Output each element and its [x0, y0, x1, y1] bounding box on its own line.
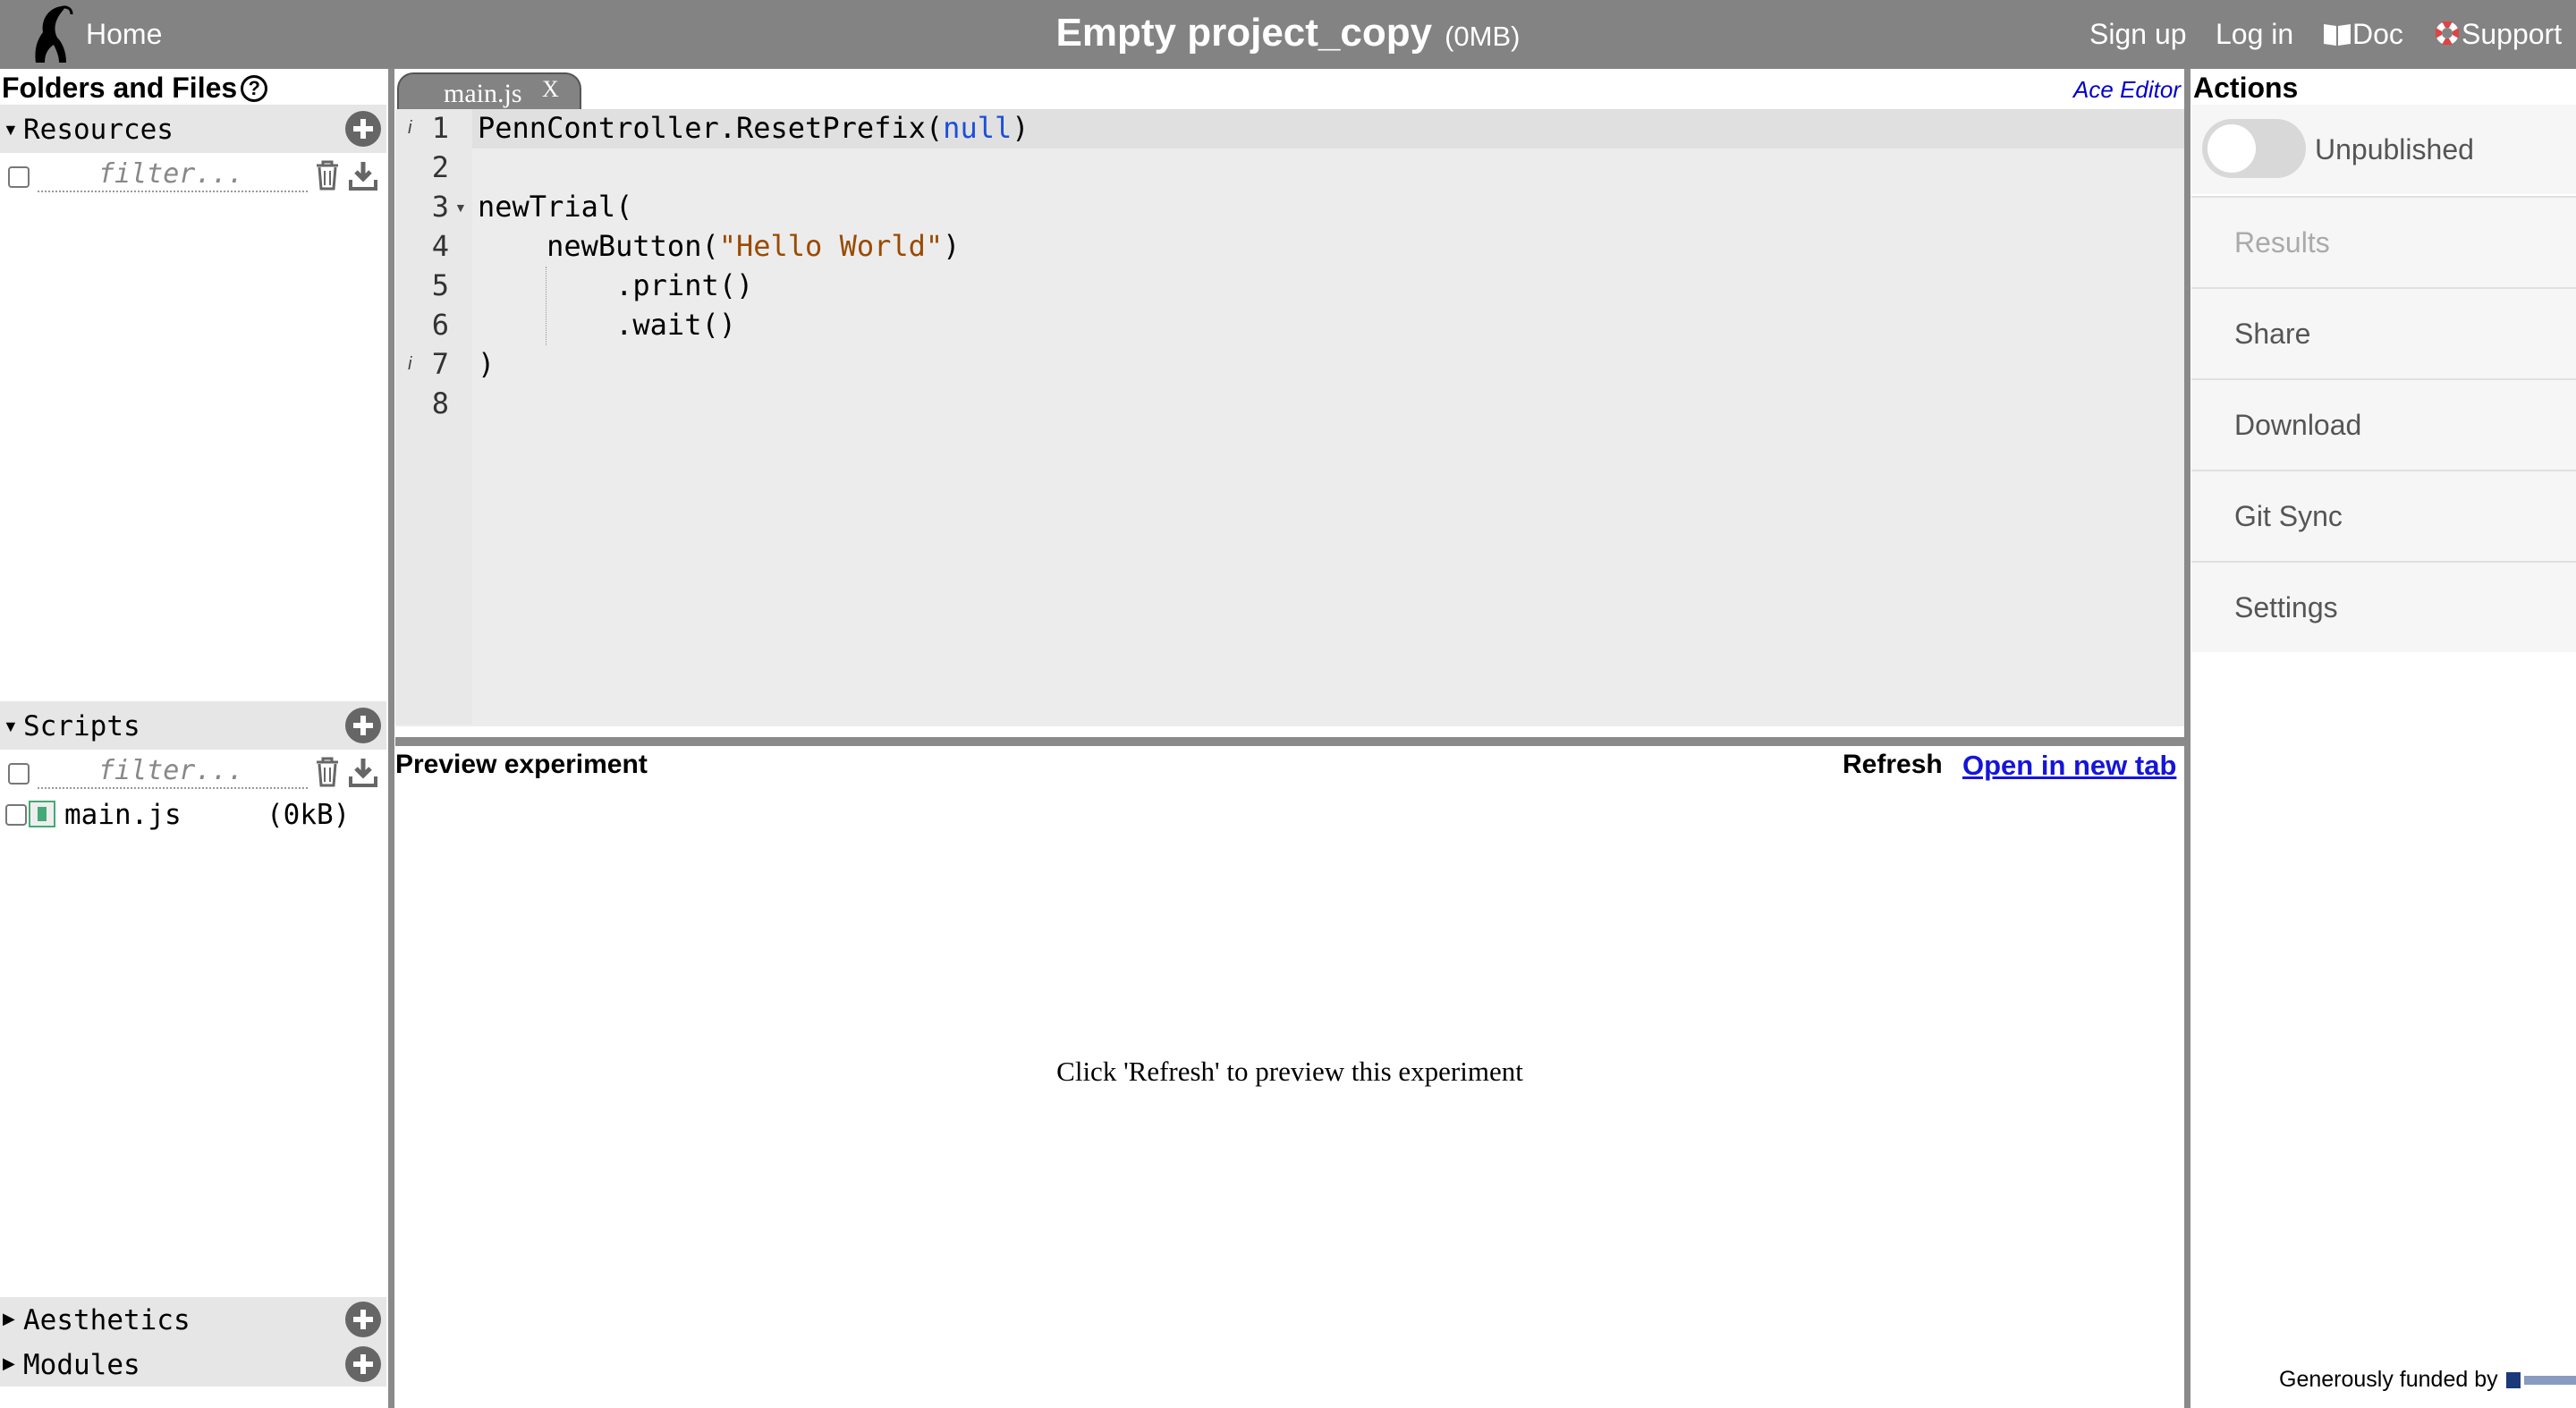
- add-resource-icon[interactable]: [345, 111, 381, 147]
- line-number: 4: [431, 229, 449, 263]
- scripts-select-all-checkbox[interactable]: [8, 763, 30, 785]
- preview-message: Click 'Refresh' to preview this experime…: [1056, 1056, 1523, 1087]
- doc-label: Doc: [2352, 18, 2403, 50]
- download-icon[interactable]: [349, 757, 377, 787]
- add-aesthetic-icon[interactable]: [345, 1302, 381, 1337]
- actions-title: Actions: [2193, 72, 2299, 104]
- funding-note: Generously funded by: [2279, 1367, 2576, 1393]
- open-in-new-tab-link[interactable]: Open in new tab: [1962, 750, 2176, 782]
- aesthetics-label: Aesthetics: [23, 1304, 191, 1336]
- preview-panel: Preview experiment Refresh Open in new t…: [395, 746, 2184, 1408]
- expand-arrow-icon: ▼: [3, 121, 19, 139]
- signup-link[interactable]: Sign up: [2089, 18, 2187, 51]
- preview-resize-handle[interactable]: [395, 737, 2184, 746]
- js-file-icon: [29, 801, 55, 827]
- line-number: 3: [431, 190, 449, 224]
- add-script-icon[interactable]: [345, 708, 381, 743]
- aesthetics-header[interactable]: ▶ Aesthetics: [0, 1297, 386, 1342]
- publish-row: Unpublished: [2191, 105, 2576, 194]
- line-number: 6: [431, 308, 449, 342]
- code-editor: main.js X Ace Editor i 1 2 3 ▼ 4 5 6 i 7…: [395, 69, 2184, 726]
- scripts-label: Scripts: [23, 710, 140, 742]
- ace-editor-label[interactable]: Ace Editor: [2073, 76, 2181, 104]
- results-action[interactable]: Results: [2191, 196, 2576, 287]
- line-number: 5: [431, 268, 449, 302]
- top-bar: Home Empty project_copy (0MB) Sign up Log…: [0, 0, 2576, 69]
- line-number: 8: [431, 386, 449, 420]
- line-number: 1: [431, 111, 449, 145]
- trash-icon[interactable]: [315, 160, 340, 191]
- code-line: PennController.ResetPrefix(null): [478, 111, 1030, 145]
- code-line: .wait(): [478, 308, 736, 342]
- resources-header[interactable]: ▼ Resources: [0, 105, 386, 153]
- preview-title: Preview experiment: [395, 750, 648, 779]
- refresh-button[interactable]: Refresh: [1843, 750, 1943, 780]
- code-line: newButton("Hello World"): [478, 229, 961, 263]
- code-line: .print(): [478, 268, 754, 302]
- file-checkbox[interactable]: [5, 804, 27, 826]
- actions-panel: Actions Unpublished Results Share Downlo…: [2191, 69, 2576, 1408]
- project-header: Empty project_copy (0MB): [0, 11, 2576, 55]
- folders-panel: Folders and Files? ▼ Resources ▼ Scripts…: [0, 69, 386, 1408]
- resources-label: Resources: [23, 114, 174, 146]
- file-size: (0kB): [267, 799, 351, 831]
- help-icon[interactable]: ?: [241, 75, 268, 102]
- funder-logo-icon[interactable]: [2504, 1370, 2576, 1390]
- resources-filter-input[interactable]: [38, 157, 308, 192]
- toggle-knob: [2207, 124, 2256, 173]
- support-label: Support: [2462, 18, 2563, 50]
- add-module-icon[interactable]: [345, 1346, 381, 1382]
- expand-arrow-icon: ▼: [3, 717, 19, 735]
- right-resize-handle[interactable]: [2184, 69, 2190, 1408]
- lifebuoy-icon: [2436, 21, 2459, 45]
- publish-status: Unpublished: [2315, 133, 2474, 165]
- code-text-area[interactable]: i 1 2 3 ▼ 4 5 6 i 7 8 PennController.Res…: [395, 109, 2184, 726]
- code-line: ): [478, 347, 496, 381]
- fold-arrow-icon[interactable]: ▼: [454, 200, 467, 215]
- line-number: 7: [431, 347, 449, 381]
- close-tab-icon[interactable]: X: [542, 76, 559, 103]
- scripts-filter-row: [0, 751, 386, 794]
- modules-label: Modules: [23, 1349, 140, 1381]
- collapsed-arrow-icon: ▶: [3, 1354, 15, 1372]
- publish-toggle[interactable]: [2202, 119, 2306, 178]
- trash-icon[interactable]: [315, 757, 340, 787]
- login-link[interactable]: Log in: [2216, 18, 2293, 51]
- resources-select-all-checkbox[interactable]: [8, 166, 30, 188]
- download-icon[interactable]: [349, 160, 377, 191]
- share-action[interactable]: Share: [2191, 287, 2576, 378]
- tab-label: main.js: [444, 79, 522, 108]
- file-name[interactable]: main.js: [64, 799, 182, 831]
- folders-title: Folders and Files?: [2, 72, 268, 105]
- editor-tab-main-js[interactable]: main.js X: [397, 72, 581, 112]
- download-action[interactable]: Download: [2191, 378, 2576, 470]
- doc-link[interactable]: Doc: [2322, 18, 2403, 51]
- project-size: (0MB): [1445, 21, 1521, 52]
- file-list: main.js (0kB): [0, 795, 386, 836]
- project-title: Empty project_copy: [1055, 11, 1433, 55]
- scripts-filter-input[interactable]: [38, 753, 308, 789]
- support-link[interactable]: Support: [2433, 18, 2562, 51]
- settings-action[interactable]: Settings: [2191, 561, 2576, 652]
- scripts-header[interactable]: ▼ Scripts: [0, 701, 386, 750]
- book-icon: [2324, 24, 2351, 46]
- code-line: newTrial(: [478, 190, 633, 224]
- modules-header[interactable]: ▶ Modules: [0, 1342, 386, 1387]
- file-row[interactable]: main.js (0kB): [0, 795, 386, 835]
- left-resize-handle[interactable]: [388, 69, 394, 1408]
- collapsed-arrow-icon: ▶: [3, 1310, 15, 1327]
- line-number: 2: [431, 150, 449, 184]
- git-sync-action[interactable]: Git Sync: [2191, 470, 2576, 561]
- resources-filter-row: [0, 155, 386, 198]
- editor-bottom-strip: [395, 726, 2184, 737]
